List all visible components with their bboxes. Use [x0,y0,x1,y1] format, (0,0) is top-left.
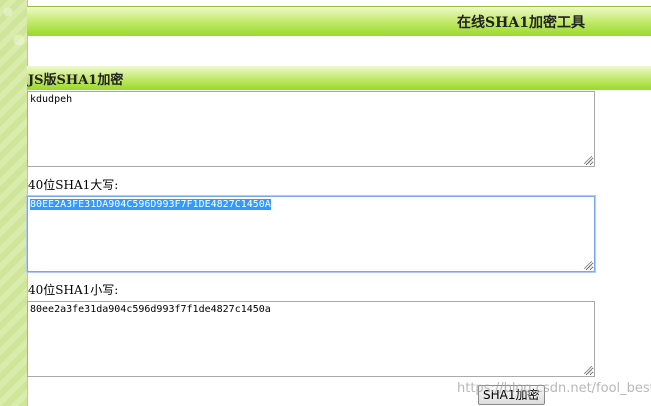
lowercase-label: 40位SHA1小写: [28,283,119,297]
section-title: JS版SHA1加密 [28,73,124,88]
input-text: kdudpeh [30,94,73,105]
page: 在线SHA1加密工具 JS版SHA1加密 kdudpeh 40位SHA1大写: … [0,0,651,406]
resize-grip-icon[interactable] [584,261,592,269]
input-textarea[interactable]: kdudpeh [27,91,595,167]
main-content: 在线SHA1加密工具 JS版SHA1加密 kdudpeh 40位SHA1大写: … [27,0,651,406]
header-bar: 在线SHA1加密工具 [27,6,651,36]
lowercase-output-textarea[interactable]: 80ee2a3fe31da904c596d993f7f1de4827c1450a [27,301,595,377]
uppercase-output-textarea[interactable]: 80EE2A3FE31DA904C596D993F7F1DE4827C1450A [27,196,595,272]
uppercase-output-text: 80EE2A3FE31DA904C596D993F7F1DE4827C1450A [30,199,271,210]
decorative-border [0,0,28,406]
lowercase-output-text: 80ee2a3fe31da904c596d993f7f1de4827c1450a [30,304,271,315]
resize-grip-icon[interactable] [584,366,592,374]
sha1-encrypt-button[interactable]: SHA1加密 [478,385,545,405]
section-header: JS版SHA1加密 [27,66,651,90]
uppercase-label: 40位SHA1大写: [28,178,119,192]
resize-grip-icon[interactable] [584,156,592,164]
page-title: 在线SHA1加密工具 [457,15,585,31]
